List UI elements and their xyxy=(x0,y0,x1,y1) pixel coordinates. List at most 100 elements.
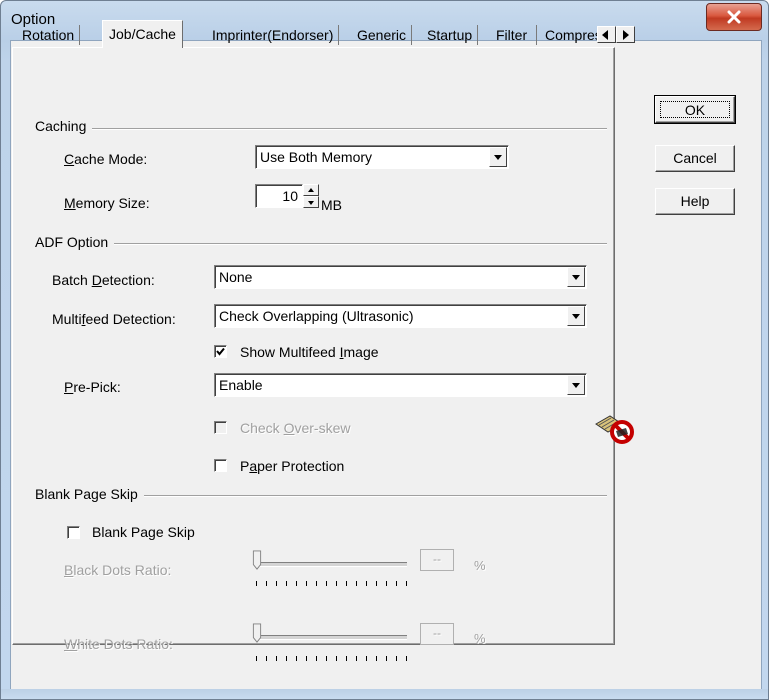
memory-size-unit: MB xyxy=(321,197,342,213)
tab-imprinter-endorser[interactable]: Imprinter(Endorser) xyxy=(212,25,340,45)
batch-detection-dropdown-button[interactable] xyxy=(567,267,585,287)
slider-tick xyxy=(276,581,277,586)
slider-tick xyxy=(296,581,297,586)
slider-tick xyxy=(346,656,347,661)
ok-button[interactable]: OK xyxy=(654,95,736,124)
memory-size-down-button[interactable] xyxy=(303,196,319,208)
pre-pick-label: Pre-Pick: xyxy=(64,379,121,395)
window-bottom-border xyxy=(1,689,768,699)
slider-tick xyxy=(266,581,267,586)
help-button[interactable]: Help xyxy=(655,188,735,215)
slider-tick xyxy=(386,581,387,586)
slider-tick xyxy=(396,581,397,586)
white-dots-ratio-value: -- xyxy=(420,623,454,645)
tab-filter[interactable]: Filter xyxy=(496,25,538,45)
white-dots-ratio-unit: % xyxy=(474,631,486,646)
arrow-down-icon xyxy=(308,201,314,205)
slider-tick xyxy=(266,656,267,661)
black-dots-slider-ticks xyxy=(256,581,407,586)
adf-group-line xyxy=(41,243,607,245)
multifeed-detection-select[interactable]: Check Overlapping (Ultrasonic) xyxy=(214,304,587,328)
pre-pick-select[interactable]: Enable xyxy=(214,373,587,397)
black-dots-slider-track[interactable] xyxy=(255,562,407,567)
batch-detection-label: Batch Detection: xyxy=(52,272,155,288)
check-over-skew-checkbox[interactable] xyxy=(214,421,227,434)
slider-tick xyxy=(406,581,407,586)
slider-tick xyxy=(316,581,317,586)
memory-size-up-button[interactable] xyxy=(303,184,319,196)
slider-tick xyxy=(366,581,367,586)
show-multifeed-image-checkbox[interactable] xyxy=(214,345,227,358)
check-over-skew-label: Check Over-skew xyxy=(240,420,351,436)
chevron-down-icon xyxy=(572,314,580,319)
white-dots-slider-track[interactable] xyxy=(255,635,407,640)
memory-size-input[interactable]: 10 xyxy=(255,184,303,208)
batch-detection-select[interactable]: None xyxy=(214,265,587,289)
slider-tick xyxy=(346,581,347,586)
ok-button-label: OK xyxy=(660,101,730,118)
cache-mode-dropdown-button[interactable] xyxy=(489,147,507,167)
show-multifeed-image-label: Show Multifeed Image xyxy=(240,344,379,360)
slider-tick xyxy=(306,656,307,661)
tab-scroll-right-button[interactable] xyxy=(616,26,635,43)
slider-tick xyxy=(336,656,337,661)
slider-tick xyxy=(316,656,317,661)
white-dots-ratio-label: White Dots Ratio: xyxy=(64,636,173,652)
slider-tick xyxy=(396,656,397,661)
blank-page-skip-checkbox[interactable] xyxy=(67,526,80,539)
close-button[interactable] xyxy=(706,3,762,31)
white-dots-slider-thumb[interactable] xyxy=(252,623,262,643)
black-dots-ratio-label: Black Dots Ratio: xyxy=(64,562,172,578)
cache-mode-value: Use Both Memory xyxy=(260,149,373,165)
slider-tick xyxy=(256,581,257,586)
tab-rotation[interactable]: Rotation xyxy=(22,25,81,45)
slider-tick xyxy=(286,581,287,586)
dialog-window: Option Rotation Job/Cache Imprinter(Endo… xyxy=(0,0,769,700)
memory-size-spinner[interactable] xyxy=(303,184,319,208)
paper-protection-label: Paper Protection xyxy=(240,458,345,474)
paper-protection-checkbox[interactable] xyxy=(214,459,227,472)
slider-tick xyxy=(386,656,387,661)
adf-group-label: ADF Option xyxy=(35,234,115,250)
chevron-down-icon xyxy=(572,275,580,280)
blank-group-label: Blank Page Skip xyxy=(35,486,144,502)
caching-group-label: Caching xyxy=(35,118,93,134)
arrow-right-icon xyxy=(623,30,629,40)
memory-size-label: Memory Size: xyxy=(64,195,150,211)
tab-job-cache[interactable]: Job/Cache xyxy=(102,20,183,48)
batch-detection-value: None xyxy=(219,269,253,285)
tab-scroll-left-button[interactable] xyxy=(597,26,616,43)
check-mark-icon xyxy=(216,347,225,356)
slider-tick xyxy=(276,656,277,661)
slider-tick xyxy=(376,656,377,661)
black-dots-ratio-unit: % xyxy=(474,558,486,573)
cache-mode-select[interactable]: Use Both Memory xyxy=(255,145,509,169)
pre-pick-dropdown-button[interactable] xyxy=(567,375,585,395)
caching-group-line xyxy=(41,128,607,130)
multifeed-detection-dropdown-button[interactable] xyxy=(567,306,585,326)
slider-tick xyxy=(336,581,337,586)
tab-compression-clipped[interactable]: Compression xyxy=(545,25,597,45)
slider-tick xyxy=(326,656,327,661)
white-dots-slider-ticks xyxy=(256,656,407,661)
tab-startup[interactable]: Startup xyxy=(427,25,479,45)
slider-tick xyxy=(406,656,407,661)
multifeed-detection-value: Check Overlapping (Ultrasonic) xyxy=(219,308,414,324)
blank-page-skip-label: Blank Page Skip xyxy=(92,524,195,540)
close-icon xyxy=(727,10,741,24)
multifeed-detection-label: Multifeed Detection: xyxy=(52,311,176,327)
slider-tick xyxy=(376,581,377,586)
chevron-down-icon xyxy=(494,155,502,160)
arrow-up-icon xyxy=(308,188,314,192)
chevron-down-icon xyxy=(572,383,580,388)
slider-tick xyxy=(256,656,257,661)
no-overskew-icon xyxy=(595,415,634,444)
black-dots-slider-thumb[interactable] xyxy=(252,550,262,570)
tab-generic[interactable]: Generic xyxy=(357,25,413,45)
tab-compression-label: Compression xyxy=(545,27,597,43)
slider-tick xyxy=(366,656,367,661)
cancel-button[interactable]: Cancel xyxy=(655,145,735,172)
arrow-left-icon xyxy=(602,30,608,40)
slider-tick xyxy=(296,656,297,661)
pre-pick-value: Enable xyxy=(219,377,263,393)
